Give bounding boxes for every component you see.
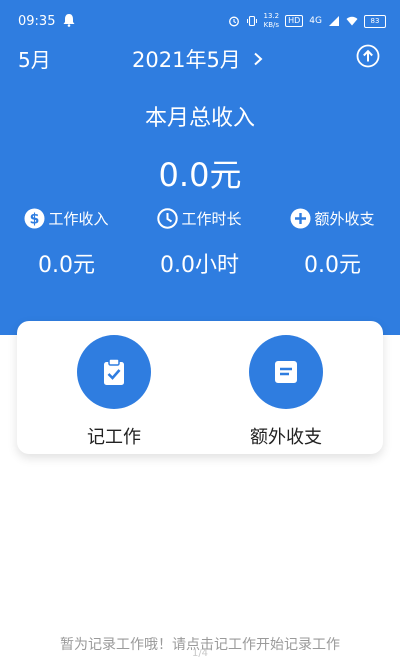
wifi-icon (346, 16, 358, 26)
clipboard-check-icon (104, 358, 124, 385)
notification-icon (63, 14, 75, 27)
plus-circle-icon (290, 208, 311, 228)
network-type: 4G (309, 16, 322, 26)
status-icons: 13.2 KB/s HD 4G 83 (228, 12, 386, 30)
status-bar: 09:35 13.2 KB/s HD 4G 83 (0, 0, 400, 40)
record-work-label: 记工作 (87, 427, 141, 448)
page-indicator: 1/4 (191, 648, 209, 659)
stat-work-hours: 工作时长 0.0小时 (133, 205, 266, 279)
hd-badge: HD (285, 15, 304, 27)
stat-label: 工作时长 (181, 209, 242, 228)
stat-value: 0.0小时 (160, 253, 239, 278)
speed-value: 13.2 (263, 12, 280, 20)
stat-work-income: $ 工作收入 0.0元 (0, 205, 133, 279)
month-button[interactable]: 5月 (18, 44, 51, 73)
speed-unit: KB/s (263, 21, 280, 29)
extra-income-circle[interactable] (249, 335, 323, 409)
extra-income-button[interactable]: 额外收支 (211, 335, 361, 449)
vibrate-icon (246, 15, 257, 27)
action-card: 记工作 额外收支 (17, 321, 383, 454)
battery-indicator: 83 (364, 14, 386, 28)
dollar-icon: $ (24, 208, 45, 228)
total-income-value: 0.0元 (158, 156, 242, 194)
network-speed: 13.2 KB/s (264, 12, 280, 30)
stat-value: 0.0元 (38, 253, 95, 278)
signal-icon (329, 16, 339, 26)
stat-label: 额外收支 (314, 209, 375, 228)
stat-extra: 额外收支 0.0元 (266, 205, 399, 279)
current-date: 2021年5月 (132, 48, 241, 72)
upload-icon[interactable] (356, 44, 380, 68)
top-bar: 5月 2021年5月 (0, 40, 400, 76)
record-work-button[interactable]: 记工作 (39, 335, 189, 449)
total-income-label: 本月总收入 (144, 106, 255, 131)
svg-text:$: $ (30, 211, 40, 227)
alarm-icon (228, 16, 239, 27)
status-time: 09:35 (18, 14, 56, 29)
record-work-circle[interactable] (77, 335, 151, 409)
clock-icon (157, 207, 179, 229)
note-icon (275, 361, 297, 383)
stat-value: 0.0元 (304, 253, 361, 278)
date-selector[interactable]: 2021年5月 (132, 44, 263, 74)
extra-income-label: 额外收支 (250, 427, 322, 448)
chevron-right-icon (254, 52, 263, 66)
stat-label: 工作收入 (48, 209, 109, 228)
